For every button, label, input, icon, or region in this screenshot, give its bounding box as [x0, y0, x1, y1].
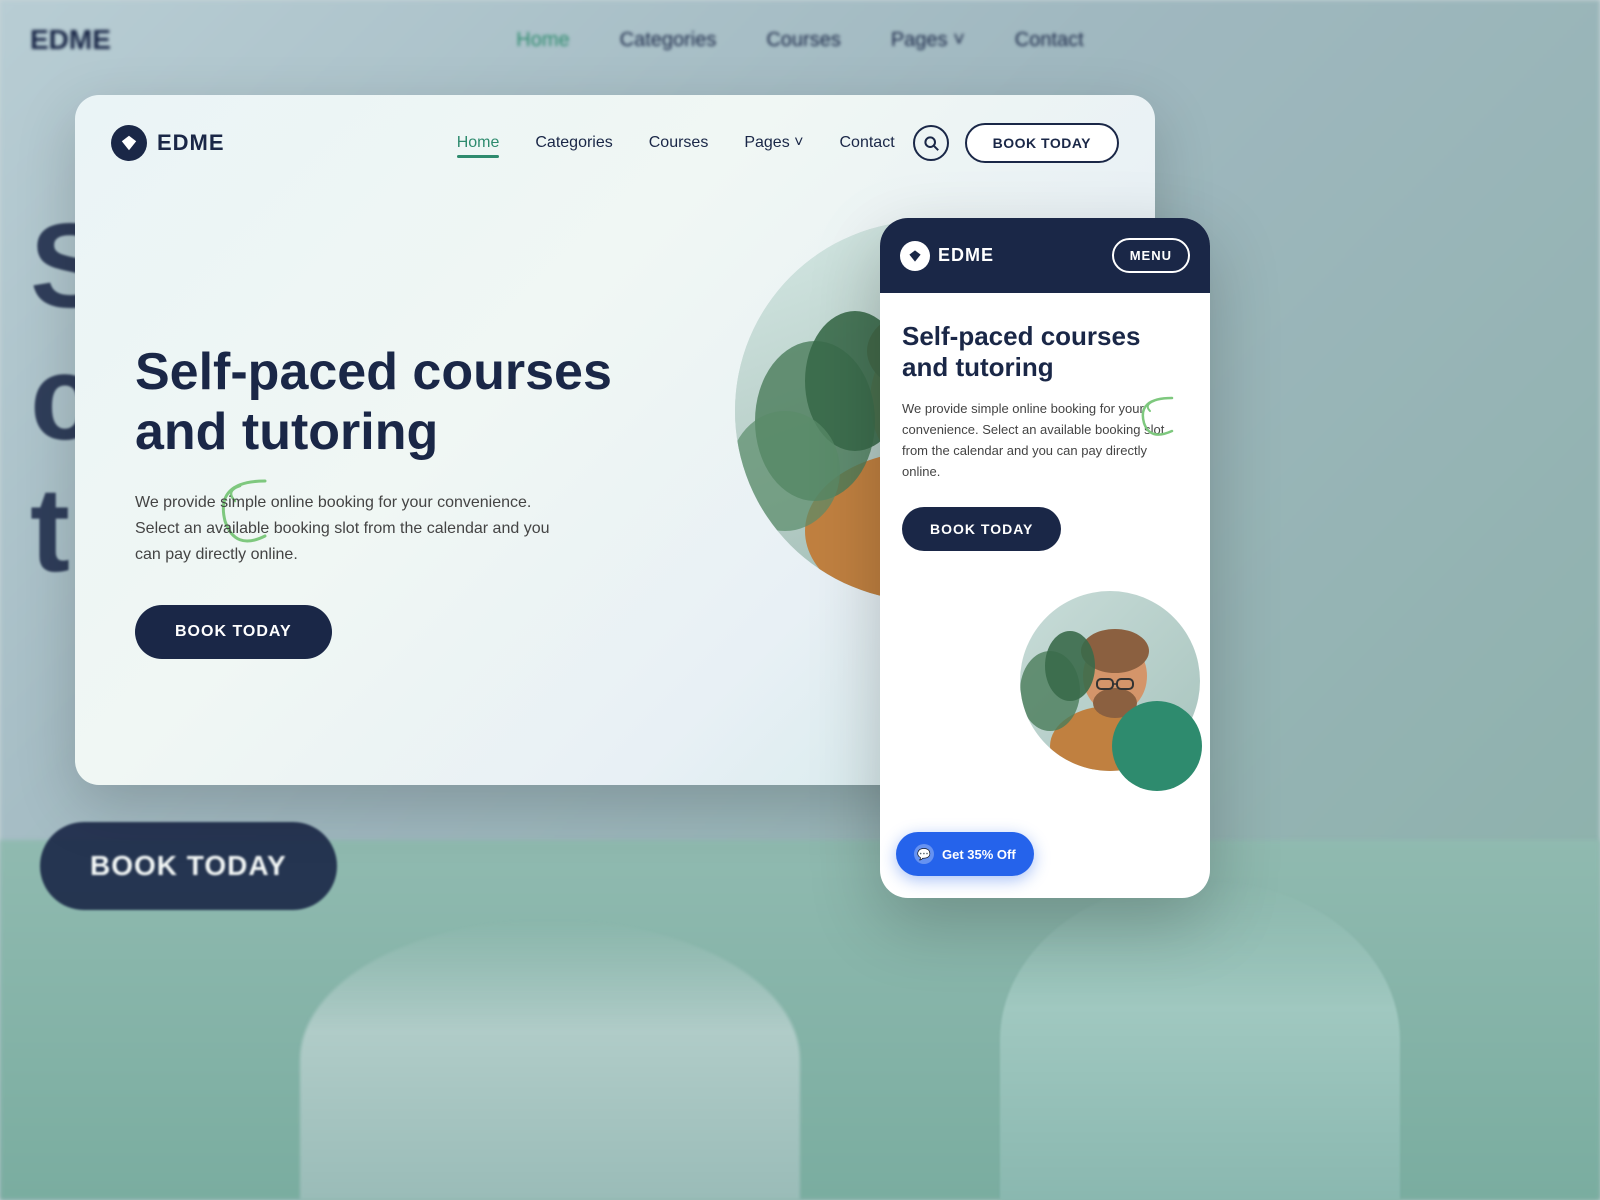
mobile-image-area [880, 581, 1210, 801]
bg-bottom-person [1000, 880, 1400, 1200]
desktop-logo: EDME [111, 125, 225, 161]
desktop-nav-courses[interactable]: Courses [649, 134, 709, 152]
mobile-navbar: EDME MENU [880, 218, 1210, 293]
mobile-card: EDME MENU Self-paced courses and tutorin… [880, 218, 1210, 898]
mobile-logo: EDME [900, 241, 994, 271]
desktop-nav-categories[interactable]: Categories [535, 134, 612, 152]
desktop-nav-home[interactable]: Home [457, 134, 500, 152]
chat-bubble-icon: 💬 [914, 844, 934, 864]
bg-nav-items: Home Categories Courses Pages ˅ Contact [516, 29, 1083, 52]
bg-nav-courses: Courses [766, 29, 840, 52]
bg-nav-contact: Contact [1015, 29, 1084, 52]
mobile-hero-cta-button[interactable]: BOOK TODAY [902, 507, 1061, 551]
bg-logo: EDME [30, 24, 111, 56]
bg-nav-pages: Pages ˅ [891, 29, 965, 52]
search-icon[interactable] [913, 125, 949, 161]
mobile-curl-decoration [1132, 393, 1182, 443]
desktop-book-today-button[interactable]: BOOK TODAY [965, 123, 1119, 163]
mobile-hero: Self-paced courses and tutoring We provi… [880, 293, 1210, 571]
diamond-svg [120, 134, 138, 152]
bg-bottom-hands [300, 920, 800, 1200]
desktop-hero-title: Self-paced courses and tutoring [135, 343, 655, 463]
desktop-nav-pages[interactable]: Pages [744, 134, 803, 152]
bg-nav-categories: Categories [620, 29, 717, 52]
mobile-hero-title: Self-paced courses and tutoring [902, 321, 1188, 383]
desktop-nav-contact[interactable]: Contact [840, 134, 895, 152]
logo-diamond-icon [111, 125, 147, 161]
bg-book-today-button[interactable]: BOOK TODAY [40, 822, 337, 910]
mobile-green-arc [1112, 701, 1202, 791]
desktop-hero-description: We provide simple online booking for you… [135, 490, 555, 567]
chat-button-label: Get 35% Off [942, 847, 1016, 862]
bg-nav-home: Home [516, 29, 569, 52]
mobile-logo-diamond-icon [900, 241, 930, 271]
mobile-menu-button[interactable]: MENU [1112, 238, 1190, 273]
desktop-logo-text: EDME [157, 130, 225, 156]
mobile-diamond-svg [908, 249, 922, 263]
desktop-navbar: EDME Home Categories Courses Pages Conta… [75, 95, 1155, 191]
chat-float-button[interactable]: 💬 Get 35% Off [896, 832, 1034, 876]
desktop-nav-links: Home Categories Courses Pages Contact [457, 134, 895, 152]
bg-navbar: EDME Home Categories Courses Pages ˅ Con… [0, 0, 1600, 80]
desktop-hero-text: Self-paced courses and tutoring We provi… [135, 343, 655, 659]
mobile-logo-text: EDME [938, 245, 994, 266]
desktop-hero-cta-button[interactable]: BOOK TODAY [135, 605, 332, 659]
